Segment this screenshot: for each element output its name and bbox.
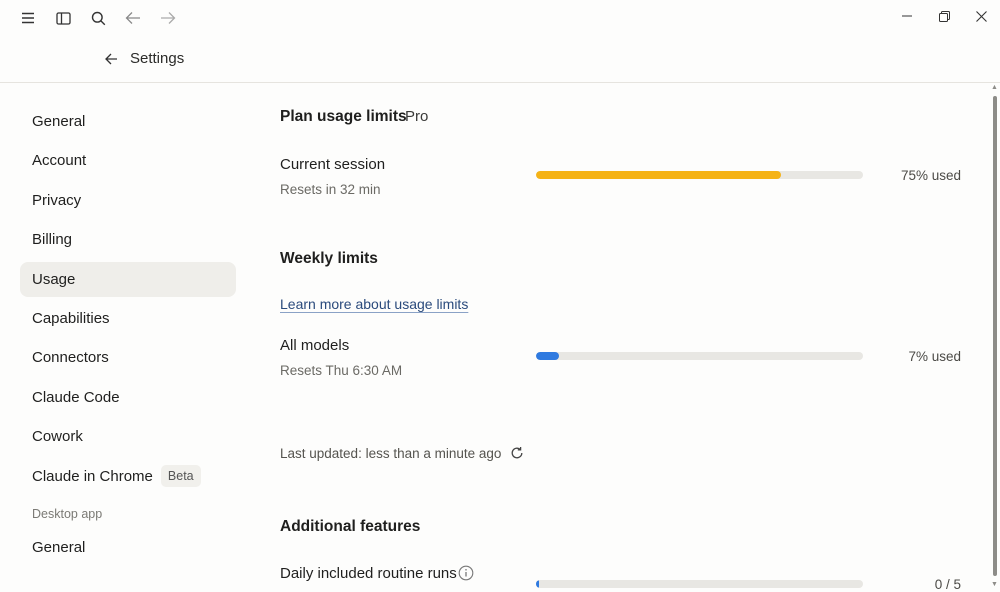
sidebar-item-privacy[interactable]: Privacy <box>20 183 236 218</box>
refresh-icon[interactable] <box>508 444 526 462</box>
menu-icon[interactable] <box>16 6 40 30</box>
sidebar-item-label: General <box>32 538 86 556</box>
last-updated-text: Last updated: less than a minute ago <box>280 446 502 461</box>
scroll-up-icon[interactable]: ▲ <box>991 84 998 91</box>
all-models-progress <box>536 352 863 360</box>
routine-runs-title: Daily included routine runs <box>280 565 457 582</box>
sidebar-item-connectors[interactable]: Connectors <box>20 340 236 375</box>
back-arrow-icon[interactable] <box>121 6 145 30</box>
sidebar-item-label: Billing <box>32 231 73 249</box>
sidebar-item-label: Claude Code <box>32 388 120 406</box>
sidebar-item-label: Cowork <box>32 428 83 446</box>
info-icon[interactable] <box>458 565 474 581</box>
all-models-percent: 7% used <box>908 349 961 364</box>
all-models-progress-fill <box>536 352 559 360</box>
routine-runs-count: 0 / 5 <box>934 577 961 592</box>
back-button[interactable] <box>100 48 122 70</box>
sidebar-item-desktop-general[interactable]: General <box>20 530 236 565</box>
scroll-thumb[interactable] <box>993 96 997 576</box>
plan-tag: Pro <box>405 108 429 125</box>
sidebar-item-claude-code[interactable]: Claude Code <box>20 380 236 415</box>
scrollbar[interactable]: ▲ ▼ <box>990 84 1000 588</box>
sidebar-item-label: General <box>32 113 86 130</box>
sidebar-toggle-icon[interactable] <box>51 6 75 30</box>
back-arrow-icon <box>104 53 117 65</box>
current-session-reset: Resets in 32 min <box>280 182 381 197</box>
beta-badge: Beta <box>160 465 201 488</box>
current-session-title: Current session <box>280 156 386 173</box>
settings-sidebar: General Account Privacy Billing Usage Ca… <box>20 104 236 569</box>
scroll-down-icon[interactable]: ▼ <box>991 581 998 588</box>
sidebar-item-label: Privacy <box>32 191 82 209</box>
current-session-progress-fill <box>536 171 782 179</box>
sidebar-item-usage[interactable]: Usage <box>20 261 236 297</box>
sidebar-item-label: Claude in Chrome <box>32 467 153 485</box>
sidebar-item-label: Account <box>32 152 87 170</box>
weekly-limits-heading: Weekly limits <box>280 250 378 267</box>
all-models-title: All models <box>280 337 350 354</box>
current-session-percent: 75% used <box>900 168 961 183</box>
search-icon[interactable] <box>86 6 110 30</box>
current-session-progress <box>536 171 863 179</box>
sidebar-item-general[interactable]: General <box>20 104 236 139</box>
sidebar-item-capabilities[interactable]: Capabilities <box>20 301 236 336</box>
additional-features-heading: Additional features <box>280 518 421 535</box>
plan-usage-heading: Plan usage limits <box>280 108 407 125</box>
sidebar-item-label: Capabilities <box>32 309 110 327</box>
forward-arrow-icon[interactable] <box>156 6 180 30</box>
routine-runs-progress-fill <box>536 580 539 588</box>
sidebar-item-claude-in-chrome[interactable]: Claude in Chrome Beta <box>20 459 236 494</box>
sidebar-item-label: Connectors <box>32 349 109 367</box>
all-models-reset: Resets Thu 6:30 AM <box>280 363 403 378</box>
sidebar-item-account[interactable]: Account <box>20 143 236 178</box>
sidebar-section-label: Desktop app <box>32 506 103 521</box>
sidebar-item-cowork[interactable]: Cowork <box>20 419 236 454</box>
usage-limits-link[interactable]: Learn more about usage limits <box>280 296 468 312</box>
page-title: Settings <box>130 50 185 67</box>
sidebar-item-billing[interactable]: Billing <box>20 222 236 257</box>
sidebar-item-label: Usage <box>32 270 76 288</box>
routine-runs-progress <box>536 580 863 588</box>
usage-content: Plan usage limits Pro Current session Re… <box>280 0 980 592</box>
